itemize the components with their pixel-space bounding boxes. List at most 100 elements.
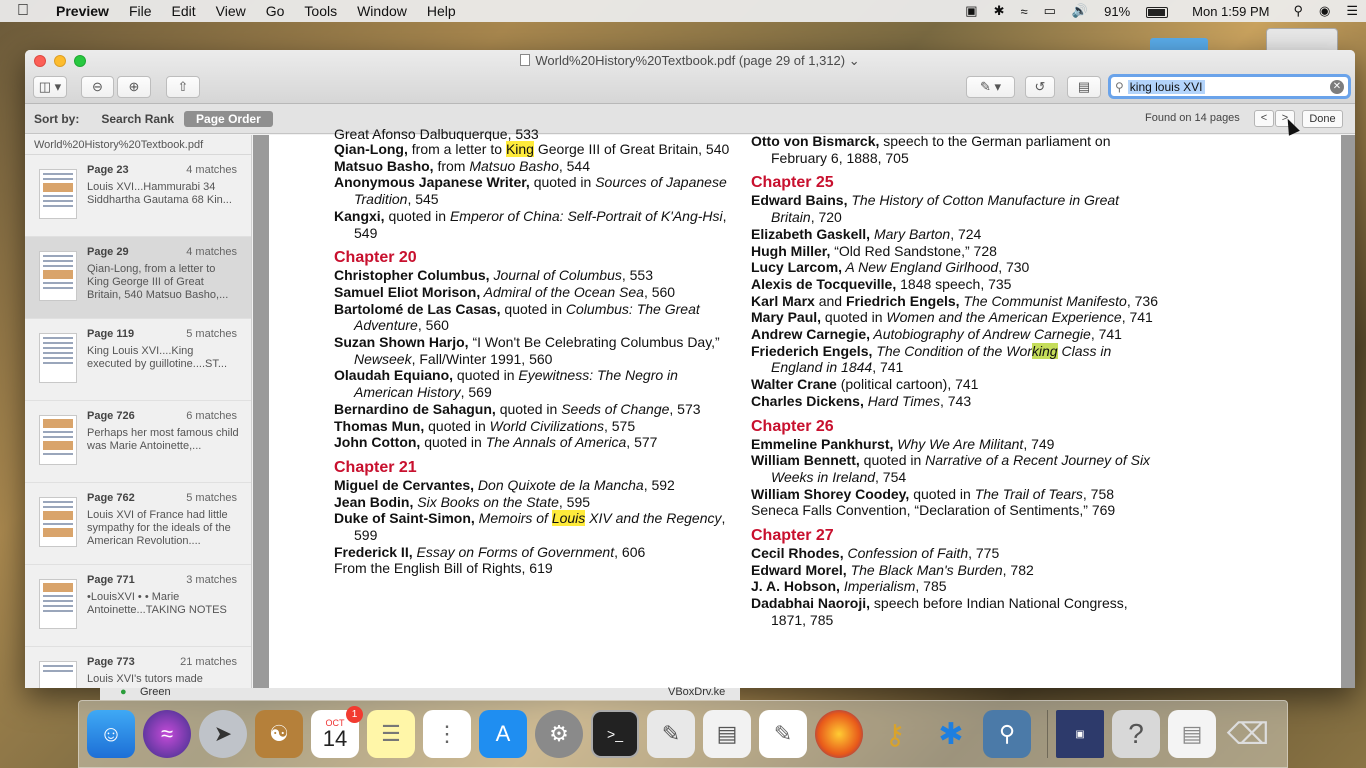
- result-snippet: King Louis XVI....King executed by guill…: [87, 345, 228, 370]
- chapter-heading: Chapter 26: [751, 417, 834, 435]
- zoom-out-button[interactable]: ⊖: [81, 76, 114, 98]
- page-thumbnail: [39, 497, 77, 547]
- menu-clock[interactable]: Mon 1:59 PM: [1176, 4, 1285, 19]
- sidebar-view-button[interactable]: ◫ ▾: [33, 76, 67, 98]
- apple-menu-icon[interactable]: : [0, 2, 46, 20]
- search-icon: ⚲: [1115, 79, 1124, 94]
- done-button[interactable]: Done: [1302, 110, 1343, 128]
- markup-toolbox-button[interactable]: ▤: [1067, 76, 1101, 98]
- textedit-icon[interactable]: ✎: [759, 710, 807, 758]
- search-field[interactable]: ⚲ king louis XVI ✕: [1108, 74, 1351, 99]
- wifi-icon[interactable]: ≈: [1012, 4, 1035, 19]
- menu-file[interactable]: File: [119, 0, 162, 22]
- search-highlight: King: [505, 141, 534, 157]
- menu-tools[interactable]: Tools: [294, 0, 347, 22]
- source-entry: Charles Dickens, Hard Times, 743: [751, 392, 972, 409]
- title-chevron-down-icon[interactable]: ⌄: [849, 53, 860, 68]
- desktop-drive-icon[interactable]: [1266, 28, 1338, 52]
- document-area[interactable]: Great Afonso Dalbuquerque, 533 Qian-Long…: [253, 126, 1355, 688]
- clear-search-icon[interactable]: ✕: [1330, 79, 1344, 94]
- search-input-value[interactable]: king louis XVI: [1127, 79, 1205, 94]
- launchpad-icon[interactable]: ➤: [199, 710, 247, 758]
- reminders-icon[interactable]: ⋮: [423, 710, 471, 758]
- markup-pen-button[interactable]: ✎ ▾: [966, 76, 1015, 98]
- page-thumbnail: [39, 169, 77, 219]
- virtualbox-status-icon[interactable]: ▣: [957, 3, 985, 19]
- menu-app-name[interactable]: Preview: [46, 0, 119, 22]
- result-page: Page 119: [87, 328, 135, 340]
- source-entry: Alexis de Tocqueville, 1848 speech, 735: [751, 275, 1012, 292]
- app-store-icon[interactable]: A: [479, 710, 527, 758]
- zoom-in-button[interactable]: ⊕: [117, 76, 151, 98]
- script-editor-icon[interactable]: ✎: [647, 710, 695, 758]
- siri-icon[interactable]: ≈: [143, 710, 191, 758]
- background-label-left: Green: [140, 686, 171, 698]
- menu-view[interactable]: View: [206, 0, 256, 22]
- result-page: Page 23: [87, 164, 129, 176]
- sort-page-order-button[interactable]: Page Order: [184, 110, 273, 127]
- menu-go[interactable]: Go: [256, 0, 295, 22]
- preview-icon[interactable]: ⚲: [983, 710, 1031, 758]
- result-item[interactable]: Page 119 5 matches King Louis XVI....Kin…: [25, 319, 251, 401]
- siri-icon[interactable]: ◉: [1311, 3, 1338, 19]
- source-entry: Jean Bodin, Six Books on the State, 595: [334, 493, 591, 510]
- terminal-icon[interactable]: >_: [591, 710, 639, 758]
- trash-icon[interactable]: ⌫: [1224, 710, 1272, 758]
- firefox-icon[interactable]: [815, 710, 863, 758]
- battery-percent[interactable]: 91%: [1096, 4, 1138, 19]
- source-entry: Hugh Miller, “Old Red Sandstone,” 728: [751, 242, 997, 259]
- dock: ☺ ≈ ➤ ☯ OCT 14 1 ☰ ⋮ A ⚙ >_ ✎ ▤ ✎ ⚷ ✱ ⚲ …: [78, 700, 1288, 768]
- page-thumbnail: [39, 333, 77, 383]
- result-page: Page 773: [87, 656, 135, 668]
- rotate-button[interactable]: ↺: [1025, 76, 1055, 98]
- calendar-icon[interactable]: OCT 14 1: [311, 706, 363, 758]
- page-column-left: Great Afonso Dalbuquerque, 533 Qian-Long…: [334, 126, 734, 577]
- source-entry: Friederich Engels, The Condition of the …: [751, 342, 1112, 376]
- background-window-strip: ● Green VBoxDrv.ke: [100, 686, 740, 700]
- chapter-heading: Chapter 20: [334, 249, 417, 267]
- source-entry: William Bennett, quoted in Narrative of …: [751, 452, 1151, 485]
- source-entry: William Shorey Coodey, quoted in The Tra…: [751, 485, 1115, 502]
- result-item[interactable]: Page 773 21 matches Louis XVI's tutors m…: [25, 647, 251, 688]
- bluetooth-file-exchange-icon[interactable]: ✱: [927, 710, 975, 758]
- battery-icon[interactable]: [1138, 4, 1176, 19]
- bluetooth-icon[interactable]: ✱: [986, 3, 1013, 19]
- page-thumbnail: [39, 661, 77, 688]
- result-item[interactable]: Page 726 6 matches Perhaps her most famo…: [25, 401, 251, 483]
- spotlight-search-icon[interactable]: ⚲: [1285, 3, 1311, 19]
- volume-icon[interactable]: 🔊: [1064, 3, 1096, 19]
- pdf-page[interactable]: Great Afonso Dalbuquerque, 533 Qian-Long…: [269, 126, 1341, 688]
- document-proxy-icon[interactable]: [520, 54, 531, 66]
- share-button[interactable]: ⇧: [166, 76, 200, 98]
- source-entry: Duke of Saint-Simon, Memoirs of Louis XI…: [334, 510, 726, 544]
- source-entry: Bartolomé de Las Casas, quoted in Columb…: [334, 300, 700, 334]
- result-snippet: Qian-Long, from a letter to King George …: [87, 263, 229, 301]
- menu-edit[interactable]: Edit: [162, 0, 206, 22]
- textbook-pdf-icon[interactable]: ▣: [1056, 710, 1104, 758]
- keychain-access-icon[interactable]: ⚷: [871, 710, 919, 758]
- airplay-icon[interactable]: ▭: [1036, 3, 1064, 19]
- finder-icon[interactable]: ☺: [87, 710, 135, 758]
- sort-search-rank-button[interactable]: Search Rank: [101, 112, 174, 126]
- result-item-selected[interactable]: Page 29 4 matches Qian-Long, from a lett…: [25, 237, 251, 319]
- menu-window[interactable]: Window: [347, 0, 417, 22]
- result-item[interactable]: Page 762 5 matches Louis XVI of France h…: [25, 483, 251, 565]
- previous-result-button[interactable]: <: [1254, 110, 1274, 127]
- notes-icon[interactable]: ☰: [367, 710, 415, 758]
- window-title[interactable]: World%20History%20Textbook.pdf (page 29 …: [25, 53, 1355, 69]
- source-entry: Karl Marx and Friedrich Engels, The Comm…: [751, 292, 1158, 309]
- notification-center-icon[interactable]: ☰: [1338, 3, 1366, 19]
- unknown-app-icon[interactable]: ?: [1112, 710, 1160, 758]
- source-entry: Christopher Columbus, Journal of Columbu…: [334, 267, 653, 284]
- result-item[interactable]: Page 23 4 matches Louis XVI...Hammurabi …: [25, 155, 251, 237]
- grapher-icon[interactable]: ▤: [703, 710, 751, 758]
- documents-stack-icon[interactable]: ▤: [1168, 710, 1216, 758]
- source-entry: Kangxi, quoted in Emperor of China: Self…: [334, 207, 727, 241]
- source-entry: Lucy Larcom, A New England Girlhood, 730: [751, 259, 1030, 276]
- search-results-sidebar: World%20History%20Textbook.pdf Page 23 4…: [25, 135, 252, 688]
- result-item[interactable]: Page 771 3 matches •LouisXVI • • Marie A…: [25, 565, 251, 647]
- source-entry: Otto von Bismarck, speech to the German …: [751, 133, 1111, 166]
- contacts-icon[interactable]: ☯: [255, 710, 303, 758]
- system-preferences-icon[interactable]: ⚙: [535, 710, 583, 758]
- menu-help[interactable]: Help: [417, 0, 466, 22]
